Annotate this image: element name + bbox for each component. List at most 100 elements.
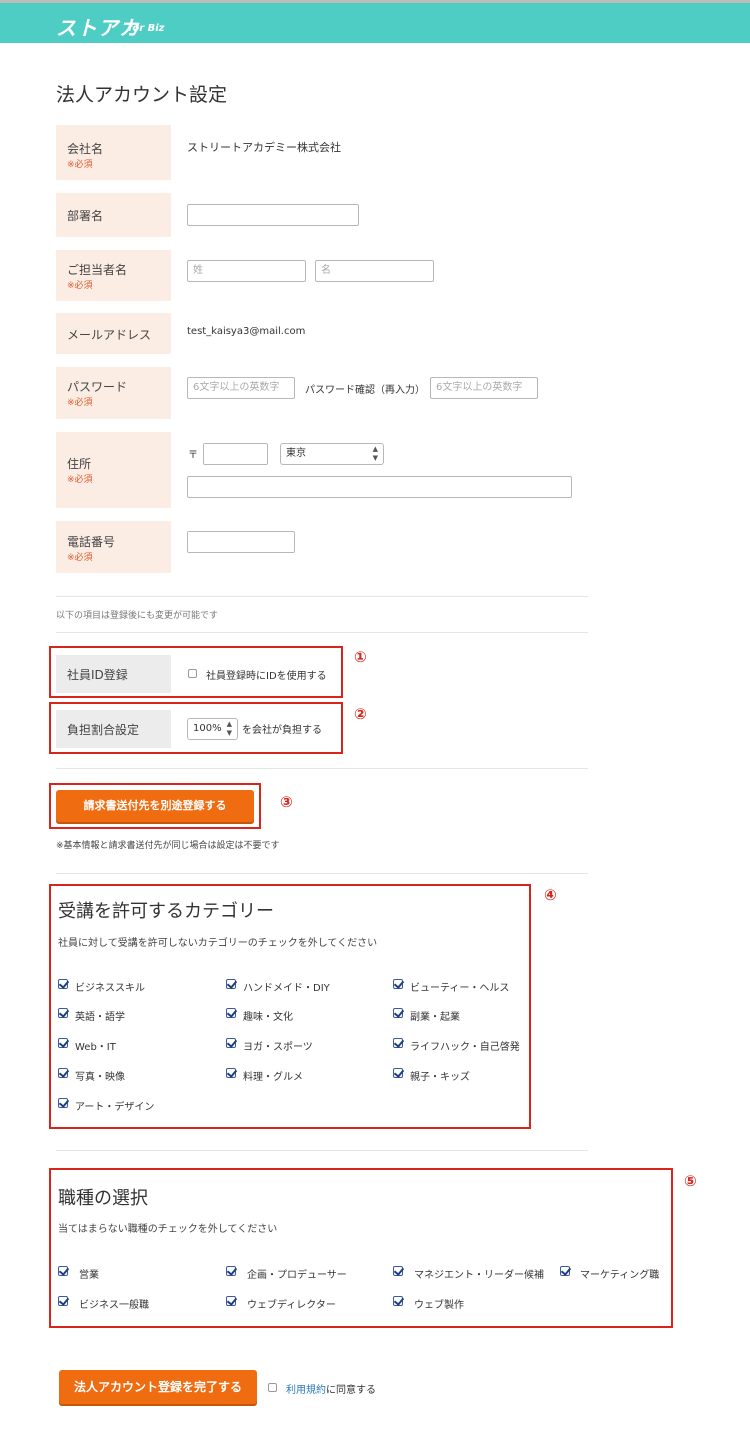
job-label[interactable]: マーケティング職 — [580, 1266, 659, 1281]
job-checkbox[interactable] — [58, 1296, 68, 1306]
category-label[interactable]: 料理・グルメ — [243, 1068, 303, 1083]
category-label[interactable]: ハンドメイド・DIY — [243, 979, 330, 994]
top-header-bar: ストアカ for Biz — [0, 0, 750, 43]
category-checkbox[interactable] — [226, 979, 236, 989]
department-label-cell: 部署名 — [56, 193, 171, 237]
marker-1: ① — [354, 648, 367, 666]
category-checkbox[interactable] — [393, 979, 403, 989]
jobs-title: 職種の選択 — [58, 1188, 148, 1209]
divider — [56, 1150, 588, 1151]
editable-note: 以下の項目は登録後にも変更が可能です — [56, 611, 219, 621]
company-value: ストリートアカデミー株式会社 — [187, 141, 341, 154]
divider — [56, 596, 588, 597]
password-confirm-input[interactable]: 6文字以上の英数字 — [430, 377, 538, 399]
category-label[interactable]: 親子・キッズ — [410, 1068, 470, 1083]
marker-4: ④ — [544, 886, 557, 904]
terms-agree: 利用規約に同意する — [286, 1381, 376, 1396]
category-label[interactable]: Web・IT — [75, 1038, 116, 1053]
page-title: 法人アカウント設定 — [56, 84, 228, 106]
company-label-cell: 会社名 ※必須 — [56, 125, 171, 180]
invoice-note: ※基本情報と請求書送付先が同じ場合は設定は不要です — [56, 841, 280, 851]
job-label[interactable]: 企画・プロデューサー — [247, 1266, 347, 1281]
highlight-box-1 — [49, 646, 343, 698]
category-checkbox[interactable] — [393, 1038, 403, 1048]
job-checkbox[interactable] — [560, 1266, 570, 1276]
phone-label: 電話番号 — [67, 535, 116, 549]
category-checkbox[interactable] — [226, 1008, 236, 1018]
category-checkbox[interactable] — [393, 1008, 403, 1018]
required-mark: ※必須 — [67, 281, 93, 291]
category-checkbox[interactable] — [58, 1008, 68, 1018]
password-input[interactable]: 6文字以上の英数字 — [187, 377, 295, 399]
category-label[interactable]: 英語・語学 — [75, 1008, 125, 1023]
email-label-cell: メールアドレス — [56, 313, 171, 354]
highlight-box-3 — [49, 783, 261, 829]
email-label: メールアドレス — [67, 328, 152, 342]
password-confirm-label: パスワード確認（再入力） — [305, 385, 425, 396]
marker-3: ③ — [280, 793, 293, 811]
person-label: ご担当者名 — [67, 263, 128, 277]
job-checkbox[interactable] — [58, 1266, 68, 1276]
categories-title: 受講を許可するカテゴリー — [58, 901, 274, 922]
job-checkbox[interactable] — [226, 1296, 236, 1306]
category-checkbox[interactable] — [226, 1038, 236, 1048]
email-value: test_kaisya3@mail.com — [187, 326, 306, 337]
marker-2: ② — [354, 705, 367, 723]
category-label[interactable]: アート・デザイン — [75, 1098, 154, 1113]
prefecture-value: 東京 — [286, 448, 306, 459]
password-label-cell: パスワード ※必須 — [56, 367, 171, 419]
department-input[interactable] — [187, 204, 359, 226]
terms-checkbox[interactable] — [268, 1383, 277, 1392]
job-checkbox[interactable] — [226, 1266, 236, 1276]
phone-label-cell: 電話番号 ※必須 — [56, 521, 171, 573]
department-label: 部署名 — [67, 209, 104, 223]
divider — [56, 768, 588, 769]
address-label: 住所 — [67, 457, 92, 471]
company-label: 会社名 — [67, 142, 104, 156]
job-label[interactable]: マネジエント・リーダー候補 — [414, 1266, 544, 1281]
category-label[interactable]: ヨガ・スポーツ — [243, 1038, 313, 1053]
category-label[interactable]: ライフハック・自己啓発 — [410, 1038, 520, 1053]
job-label[interactable]: ウェブ製作 — [414, 1296, 464, 1311]
job-label[interactable]: 営業 — [79, 1266, 99, 1281]
categories-description: 社員に対して受講を許可しないカテゴリーのチェックを外してください — [58, 938, 378, 949]
select-arrows-icon: ▲ ▼ — [372, 445, 378, 462]
category-label[interactable]: ビジネススキル — [75, 979, 145, 994]
job-checkbox[interactable] — [393, 1266, 403, 1276]
category-checkbox[interactable] — [58, 1038, 68, 1048]
jobs-description: 当てはまらない職種のチェックを外してください — [58, 1224, 278, 1235]
category-checkbox[interactable] — [58, 1068, 68, 1078]
job-checkbox[interactable] — [393, 1296, 403, 1306]
last-name-input[interactable]: 姓 — [187, 260, 306, 282]
address-input[interactable] — [187, 476, 572, 498]
required-mark: ※必須 — [67, 398, 93, 408]
required-mark: ※必須 — [67, 553, 93, 563]
category-checkbox[interactable] — [393, 1068, 403, 1078]
category-label[interactable]: 趣味・文化 — [243, 1008, 293, 1023]
password-label: パスワード — [67, 380, 128, 394]
person-label-cell: ご担当者名 ※必須 — [56, 250, 171, 301]
address-label-cell: 住所 ※必須 — [56, 432, 171, 508]
divider — [56, 632, 588, 633]
first-name-input[interactable]: 名 — [315, 260, 434, 282]
highlight-box-2 — [49, 702, 343, 754]
complete-registration-button[interactable]: 法人アカウント登録を完了する — [59, 1370, 257, 1404]
logo-subtitle: for Biz — [128, 23, 165, 34]
marker-5: ⑤ — [684, 1172, 697, 1190]
postal-mark: 〒 — [188, 450, 198, 461]
category-label[interactable]: 写真・映像 — [75, 1068, 125, 1083]
job-label[interactable]: ウェブディレクター — [247, 1296, 336, 1311]
job-label[interactable]: ビジネス一般職 — [79, 1296, 149, 1311]
category-label[interactable]: 副業・起業 — [410, 1008, 460, 1023]
terms-suffix: に同意する — [326, 1385, 376, 1396]
postal-code-input[interactable] — [203, 443, 268, 465]
terms-link[interactable]: 利用規約 — [286, 1385, 326, 1396]
category-checkbox[interactable] — [58, 979, 68, 989]
divider — [56, 873, 588, 874]
phone-input[interactable] — [187, 531, 295, 553]
category-checkbox[interactable] — [58, 1098, 68, 1108]
category-label[interactable]: ビューティー・ヘルス — [410, 979, 509, 994]
category-checkbox[interactable] — [226, 1068, 236, 1078]
prefecture-select[interactable]: 東京 ▲ ▼ — [280, 443, 384, 465]
required-mark: ※必須 — [67, 160, 93, 170]
